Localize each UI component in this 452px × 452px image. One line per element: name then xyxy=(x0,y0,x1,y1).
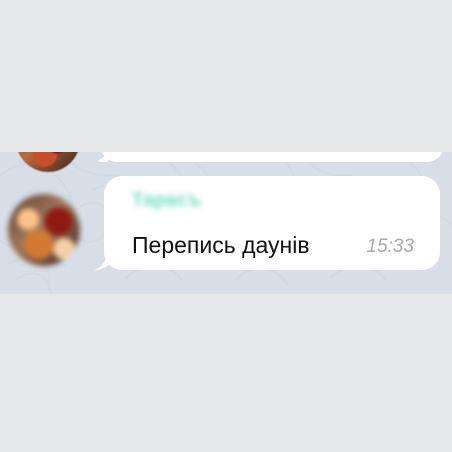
chat-history-area: Тарасъ Перепись даунів 15:33 xyxy=(0,152,452,294)
sender-avatar[interactable] xyxy=(8,194,80,266)
messenger-screenshot: Тарасъ Перепись даунів 15:33 xyxy=(0,0,452,452)
previous-message-bubble[interactable] xyxy=(100,152,444,162)
message-time: 15:33 xyxy=(366,236,414,257)
message-text: Перепись даунів xyxy=(132,232,310,258)
message-bubble[interactable]: Тарасъ Перепись даунів 15:33 xyxy=(104,176,440,270)
sender-name[interactable]: Тарасъ xyxy=(132,190,201,212)
